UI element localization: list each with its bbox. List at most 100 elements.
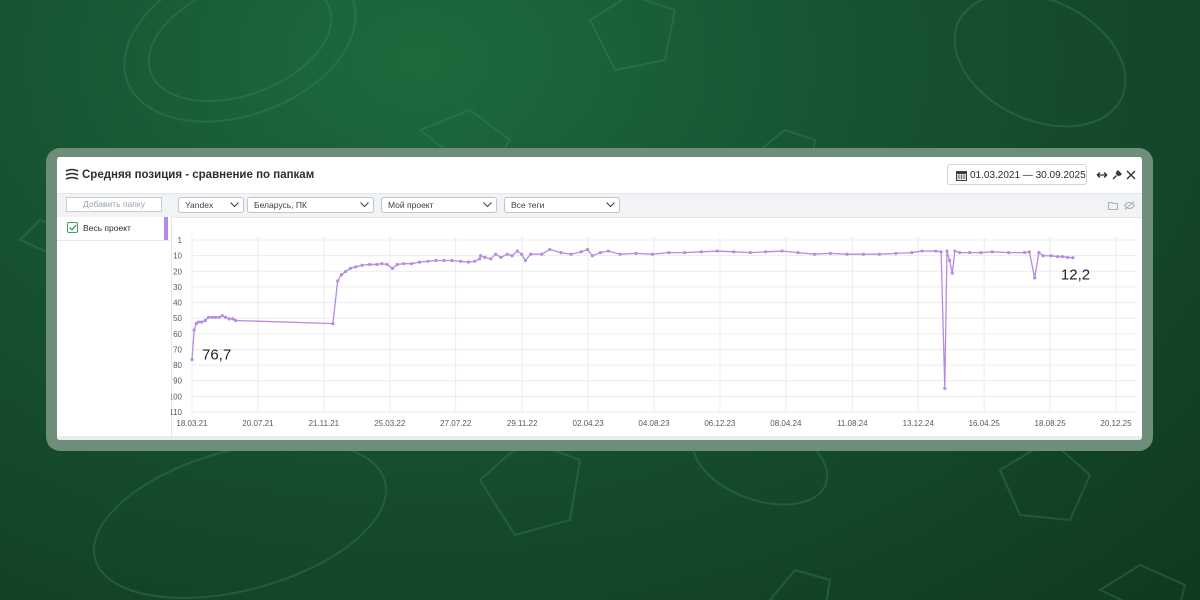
checkbox[interactable] (67, 222, 78, 233)
pin-icon[interactable] (1112, 170, 1122, 180)
data-point (213, 315, 217, 319)
region-select[interactable]: Беларусь, ПК (247, 197, 374, 213)
position-chart: 1102030405060708090100110 18.03.2120.07.… (171, 236, 1136, 428)
data-point (812, 252, 817, 256)
data-point (426, 259, 430, 263)
data-point (375, 262, 379, 267)
folder-icon[interactable] (1108, 201, 1118, 210)
chart-series (190, 247, 1075, 390)
data-point (943, 386, 947, 390)
data-point (1022, 251, 1027, 255)
data-point (223, 315, 228, 319)
data-point (331, 322, 335, 326)
data-point (579, 250, 583, 254)
y-axis-ticks: 1102030405060708090100110 (171, 236, 183, 417)
data-point (529, 252, 533, 256)
data-point (569, 252, 573, 256)
data-point (667, 251, 671, 255)
checkmark-icon (69, 224, 77, 231)
data-point (499, 255, 503, 259)
search-engine-select[interactable]: Yandex (178, 197, 244, 213)
data-point (354, 265, 358, 269)
tags-select[interactable]: Все теги (504, 197, 620, 213)
chevron-down-icon (230, 202, 239, 208)
data-point (442, 258, 446, 263)
data-point (196, 320, 200, 324)
chevron-down-icon (483, 202, 492, 208)
data-point (764, 250, 768, 254)
data-point (434, 258, 438, 263)
data-point (483, 255, 487, 259)
chevron-down-icon: ⌄ (1073, 171, 1080, 180)
data-point (1066, 255, 1070, 259)
annotation-label: 12,2 (1061, 267, 1090, 284)
data-point (796, 251, 800, 255)
data-point (968, 251, 972, 255)
data-point (493, 252, 498, 256)
data-point (585, 247, 590, 252)
data-point (336, 279, 340, 283)
y-tick-label: 60 (173, 330, 182, 339)
add-folder-input[interactable]: Добавить папку (66, 197, 162, 212)
data-point (894, 251, 898, 256)
close-icon[interactable] (1126, 170, 1136, 180)
sidebar-item-label: Весь проект (83, 223, 131, 233)
x-tick-label: 04.08.23 (638, 419, 670, 428)
data-point (945, 249, 949, 253)
data-point (1071, 256, 1075, 260)
y-tick-label: 30 (173, 283, 182, 292)
x-tick-label: 29.11.22 (507, 419, 538, 428)
data-point (828, 251, 833, 256)
data-point (934, 249, 938, 253)
expand-horizontal-icon[interactable] (1096, 170, 1108, 180)
y-tick-label: 70 (173, 345, 182, 354)
data-point (380, 262, 384, 266)
data-point (845, 252, 849, 256)
chevron-down-icon (360, 202, 369, 208)
y-tick-label: 80 (173, 361, 182, 370)
data-point (732, 250, 736, 254)
data-point (590, 254, 594, 258)
data-point (598, 251, 602, 255)
y-tick-label: 1 (178, 236, 183, 245)
data-point (618, 252, 622, 256)
sidebar-item-whole-project[interactable]: Весь проект (57, 217, 170, 241)
y-tick-label: 110 (171, 408, 183, 417)
data-point (233, 318, 238, 323)
x-tick-label: 11.08.24 (837, 419, 868, 428)
data-point (634, 251, 638, 256)
data-point (699, 250, 703, 254)
x-tick-label: 27.07.22 (440, 419, 472, 428)
data-point (360, 263, 364, 267)
data-point (979, 251, 983, 255)
data-point (548, 247, 552, 252)
data-point (206, 315, 211, 319)
y-tick-label: 90 (173, 377, 182, 386)
x-tick-label: 20.07.21 (242, 419, 274, 428)
chevron-down-icon (606, 202, 615, 208)
series-color-bar (164, 217, 168, 240)
data-point (344, 269, 348, 274)
data-point (210, 315, 214, 319)
x-tick-label: 21.11.21 (309, 419, 340, 428)
x-tick-label: 20.12.25 (1100, 419, 1132, 428)
data-point (385, 262, 389, 267)
project-select[interactable]: Мой проект (381, 197, 497, 213)
data-point (203, 318, 207, 323)
eye-off-icon[interactable] (1124, 201, 1135, 210)
x-tick-label: 16.04.25 (969, 419, 1001, 428)
date-range-button[interactable]: 01.03.2021 — 30.09.2025 ⌄ (947, 164, 1087, 185)
data-point (523, 258, 527, 263)
data-point (1041, 254, 1045, 258)
tags-value: Все теги (511, 200, 545, 210)
data-point (947, 258, 952, 263)
annotation-label: 76,7 (202, 346, 231, 363)
x-tick-label: 18.08.25 (1035, 419, 1067, 428)
data-point (606, 249, 610, 253)
y-tick-label: 100 (171, 392, 183, 401)
x-tick-label: 06.12.23 (704, 419, 736, 428)
menu-icon[interactable] (65, 168, 79, 182)
data-point (348, 266, 353, 271)
data-point (877, 252, 882, 256)
data-point (910, 251, 914, 255)
